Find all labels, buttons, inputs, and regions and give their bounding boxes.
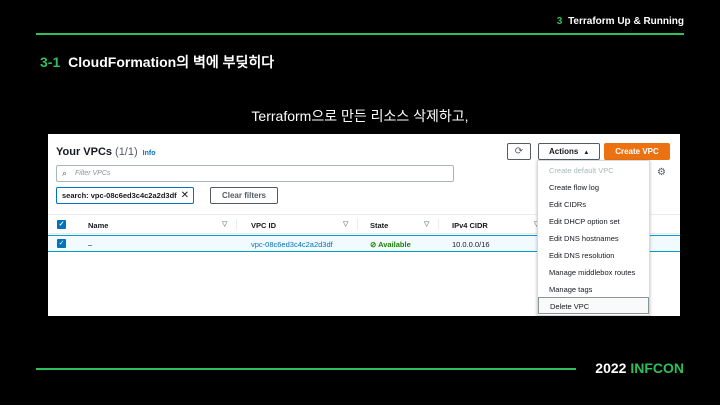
slide-subtitle: Terraform으로 만든 리소스 삭제하고, <box>251 108 469 124</box>
section-title: 3-1 CloudFormation의 벽에 부딪히다 <box>40 52 274 72</box>
brand-header: 3 Terraform Up & Running <box>557 16 684 27</box>
search-icon: ⌕ <box>62 168 68 178</box>
menu-item-create-flow-log[interactable]: Create flow log <box>538 179 649 196</box>
section-number: 3-1 <box>40 54 61 70</box>
info-link[interactable]: Info <box>143 150 156 157</box>
refresh-icon: ⟳ <box>514 146 524 157</box>
filter-chip[interactable]: search: vpc-08c6ed3c4c2a2d3df ✕ <box>56 187 194 204</box>
menu-item-delete-vpc[interactable]: Delete VPC <box>538 297 649 314</box>
row-vpc-id-link[interactable]: vpc-08c6ed3c4c2a2d3df <box>251 240 333 249</box>
select-all-checkbox[interactable]: ✓ <box>57 220 66 229</box>
column-ipv4-cidr[interactable]: IPv4 CIDR <box>452 221 488 230</box>
sort-icon[interactable]: ▽ <box>424 220 429 228</box>
column-vpc-id[interactable]: VPC ID <box>251 221 276 230</box>
top-divider <box>36 33 684 35</box>
close-icon[interactable]: ✕ <box>181 188 189 203</box>
checkbox-checked-icon[interactable]: ✓ <box>57 239 66 248</box>
vpc-list-title: Your VPCs <box>56 146 113 158</box>
actions-label: Actions <box>549 147 579 156</box>
row-state: ⊘ Available <box>370 240 411 249</box>
filter-placeholder: Filter VPCs <box>75 170 111 177</box>
column-name[interactable]: Name <box>88 221 108 230</box>
menu-item-edit-dns-hostnames[interactable]: Edit DNS hostnames <box>538 230 649 247</box>
create-vpc-button[interactable]: Create VPC <box>604 143 670 160</box>
sort-icon[interactable]: ▽ <box>222 220 227 228</box>
filter-vpcs-input[interactable]: ⌕ Filter VPCs <box>56 165 454 182</box>
column-divider <box>236 219 237 230</box>
footer-year: 2022 <box>595 360 627 376</box>
aws-console-screenshot: Your VPCs (1/1) Info ⟳ Actions ▲ Create VPC… <box>48 134 680 316</box>
menu-item-edit-dns-resolution[interactable]: Edit DNS resolution <box>538 247 649 264</box>
clear-filters-button[interactable]: Clear filters <box>210 187 278 204</box>
menu-item-create-default-vpc: Create default VPC <box>549 166 614 175</box>
section-title-text: CloudFormation의 벽에 부딪히다 <box>68 54 275 70</box>
check-circle-icon: ⊘ <box>370 240 377 249</box>
actions-dropdown-menu: Create default VPC Create flow log Edit … <box>537 160 650 316</box>
menu-item-manage-middlebox-routes[interactable]: Manage middlebox routes <box>538 264 649 281</box>
column-divider <box>357 219 358 230</box>
row-name: – <box>88 240 93 249</box>
actions-button[interactable]: Actions ▲ <box>538 143 600 160</box>
caret-up-icon: ▲ <box>583 150 590 156</box>
brand-number: 3 <box>556 16 563 27</box>
brand-label: Terraform Up & Running <box>568 16 684 27</box>
menu-item-manage-tags[interactable]: Manage tags <box>538 281 649 298</box>
sort-icon[interactable]: ▽ <box>343 220 348 228</box>
bottom-divider <box>36 368 576 370</box>
column-divider <box>438 219 439 230</box>
vpc-count: (1/1) <box>115 146 138 158</box>
menu-item-edit-dhcp[interactable]: Edit DHCP option set <box>538 213 649 230</box>
footer-logo: 2022 INFCON <box>595 360 684 376</box>
menu-item-edit-cidrs[interactable]: Edit CIDRs <box>538 196 649 213</box>
vpc-list-header: Your VPCs (1/1) Info <box>56 146 155 158</box>
column-state[interactable]: State <box>370 221 388 230</box>
refresh-button[interactable]: ⟳ <box>507 143 531 160</box>
filter-chip-label: search: vpc-08c6ed3c4c2a2d3df <box>62 191 177 200</box>
row-state-label: Available <box>378 240 411 249</box>
row-cidr: 10.0.0.0/16 <box>452 240 490 249</box>
footer-brand: INFCON <box>630 360 684 376</box>
gear-icon[interactable]: ⚙ <box>657 167 666 178</box>
